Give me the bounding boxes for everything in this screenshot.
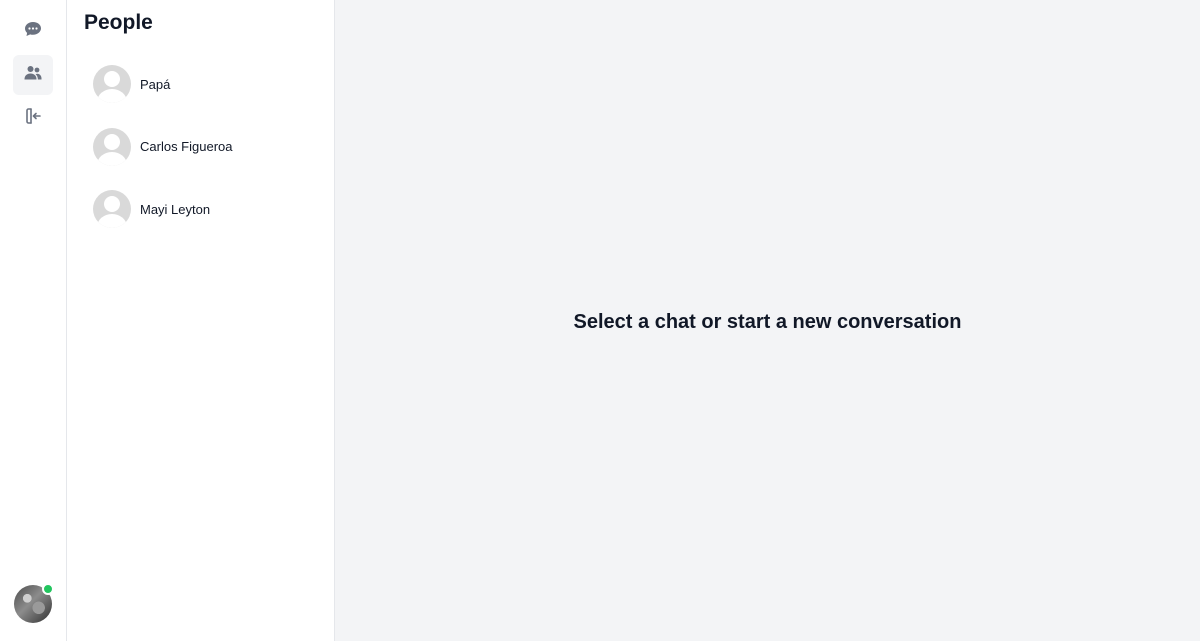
list-item[interactable]: Carlos Figueroa <box>67 116 334 179</box>
avatar <box>93 127 131 166</box>
online-status-dot <box>42 583 54 595</box>
logout-nav-button[interactable] <box>13 98 53 138</box>
people-nav-button[interactable] <box>13 55 53 95</box>
page-title: People <box>84 11 153 34</box>
people-list: Papá Carlos Figueroa Mayi Leyton <box>67 53 334 241</box>
current-user-avatar[interactable] <box>14 583 54 623</box>
person-name: Papá <box>140 76 171 92</box>
chat-bubble-icon <box>23 19 43 44</box>
avatar <box>93 65 131 104</box>
users-icon <box>23 63 43 88</box>
conversation-area: Select a chat or start a new conversatio… <box>335 0 1200 641</box>
icon-rail <box>0 0 67 641</box>
chats-nav-button[interactable] <box>13 11 53 51</box>
person-name: Carlos Figueroa <box>140 139 233 155</box>
logout-icon <box>23 106 43 131</box>
avatar <box>93 190 131 229</box>
empty-state-message: Select a chat or start a new conversatio… <box>573 311 962 333</box>
list-item[interactable]: Papá <box>67 53 334 116</box>
list-item[interactable]: Mayi Leyton <box>67 178 334 241</box>
people-panel: People Papá Carlos Figueroa Mayi Leyton <box>67 0 335 641</box>
person-name: Mayi Leyton <box>140 201 211 217</box>
app-root: People Papá Carlos Figueroa Mayi Leyton … <box>0 0 1200 641</box>
